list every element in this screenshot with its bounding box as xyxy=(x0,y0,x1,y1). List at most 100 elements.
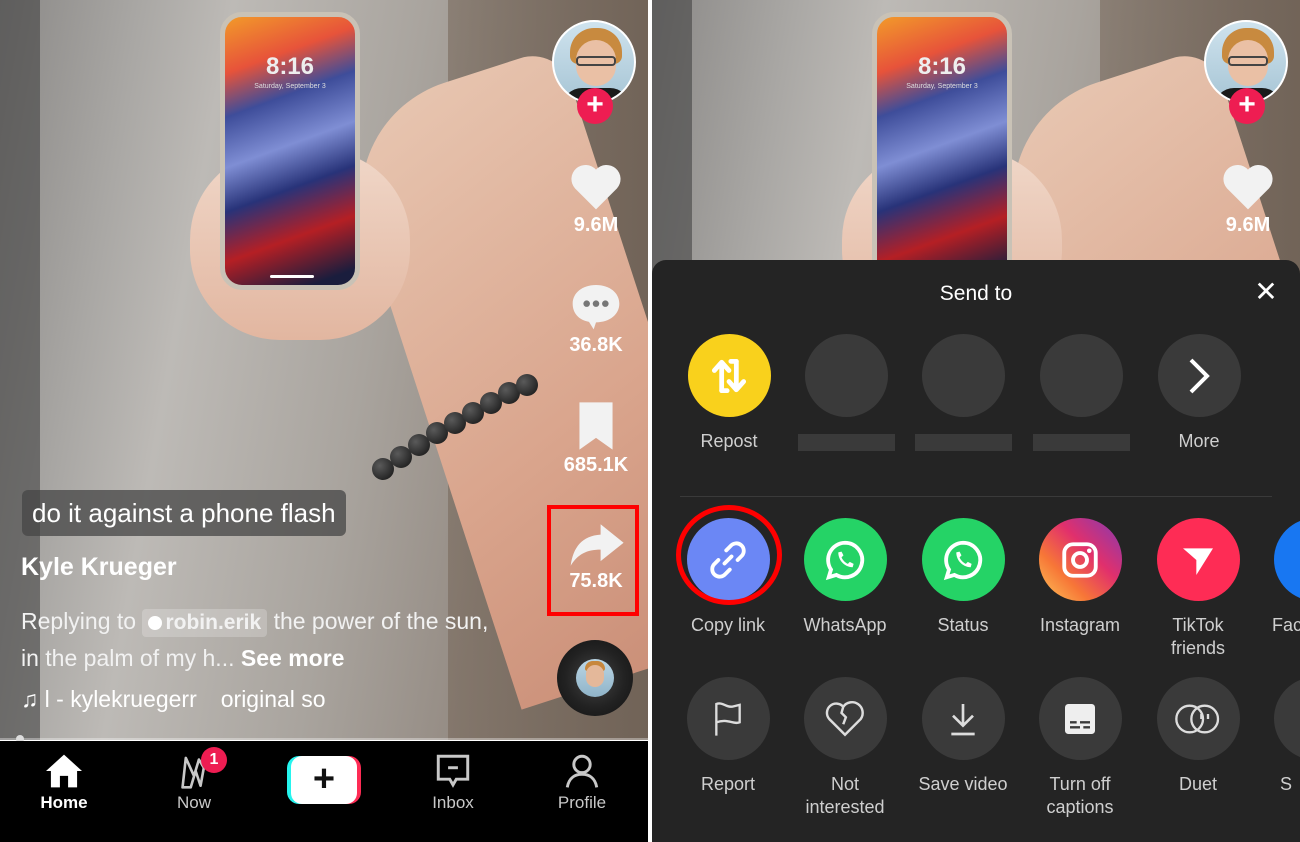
more-contacts-button[interactable]: More xyxy=(1144,334,1254,453)
nav-profile-label: Profile xyxy=(557,793,607,812)
nav-home[interactable]: Home xyxy=(19,753,109,813)
nav-profile[interactable]: Profile xyxy=(537,753,627,813)
like-button[interactable]: 9.6M xyxy=(1202,160,1294,237)
bookmark-count: 685.1K xyxy=(563,454,629,476)
follow-plus-button[interactable]: + xyxy=(577,88,613,124)
like-count: 9.6M xyxy=(573,214,619,236)
mention-username: robin.erik xyxy=(165,611,262,634)
instagram-button[interactable]: Instagram xyxy=(1025,518,1135,637)
save-video-button[interactable]: Save video xyxy=(908,677,1018,796)
flag-icon xyxy=(686,677,770,760)
bookmark-icon xyxy=(579,402,613,450)
repost-icon xyxy=(687,334,771,417)
phone-homebar xyxy=(270,275,314,278)
copy-link-label: Copy link xyxy=(690,615,766,635)
contact-name-placeholder xyxy=(914,434,1012,451)
stitch-button[interactable]: S xyxy=(1260,677,1300,796)
music-title: original so xyxy=(220,686,326,712)
whatsapp-button[interactable]: WhatsApp xyxy=(790,518,900,637)
status-label: Status xyxy=(937,615,989,635)
report-button[interactable]: Report xyxy=(673,677,783,796)
repost-button[interactable]: Repost xyxy=(674,334,784,453)
video-caption: do it against a phone flash xyxy=(22,490,346,536)
sheet-title: Send to xyxy=(939,282,1013,305)
duet-label: Duet xyxy=(1178,774,1218,794)
nav-now[interactable]: Now 1 xyxy=(149,747,239,813)
repost-label: Repost xyxy=(700,431,758,451)
heart-icon xyxy=(1223,164,1273,210)
see-more-link[interactable]: See more xyxy=(241,645,345,671)
share-sheet: Send to ✕ Repost More Copy link WhatsApp… xyxy=(652,260,1300,842)
turn-off-captions-button[interactable]: Turn off captions xyxy=(1025,677,1135,819)
contact-placeholder[interactable] xyxy=(908,334,1018,451)
contact-avatar-placeholder xyxy=(1039,334,1123,417)
video-phone: 8:16 Saturday, September 3 xyxy=(220,12,360,290)
action-rail: + 9.6M 36.8K 685.1K 75.8K xyxy=(550,0,642,740)
share-sheet-screen: 8:16 Saturday, September 3 + 9.6M Send t… xyxy=(652,0,1300,842)
inbox-icon xyxy=(436,754,470,788)
create-button[interactable]: + xyxy=(287,756,361,804)
reply-prefix: Replying to xyxy=(21,608,137,634)
tiktok-friends-label: TikTok friends xyxy=(1170,615,1226,658)
nav-now-label: Now xyxy=(176,793,211,812)
instagram-icon xyxy=(1038,518,1122,601)
more-label: More xyxy=(1178,431,1220,451)
facebook-label: Fac xyxy=(1272,615,1300,635)
whatsapp-status-icon xyxy=(921,518,1005,601)
duet-icon xyxy=(1156,677,1240,760)
sheet-divider xyxy=(680,496,1272,497)
music-note-icon: ♫ xyxy=(21,686,45,712)
nav-home-label: Home xyxy=(40,793,88,812)
duet-button[interactable]: Duet xyxy=(1143,677,1253,796)
contact-avatar-placeholder xyxy=(804,334,888,417)
whatsapp-icon xyxy=(803,518,887,601)
facebook-button[interactable]: Fac xyxy=(1260,518,1300,637)
contact-placeholder[interactable] xyxy=(1026,334,1136,451)
not-interested-button[interactable]: Not interested xyxy=(790,677,900,819)
phone-date: Saturday, September 3 xyxy=(254,83,326,90)
report-label: Report xyxy=(700,774,756,794)
whatsapp-status-button[interactable]: Status xyxy=(908,518,1018,637)
broken-heart-icon xyxy=(803,677,887,760)
not-interested-label: Not interested xyxy=(805,774,885,817)
nav-inbox[interactable]: Inbox xyxy=(408,753,498,813)
heart-icon xyxy=(571,164,621,210)
stitch-label: S xyxy=(1280,774,1293,794)
whatsapp-label: WhatsApp xyxy=(803,615,887,635)
instagram-label: Instagram xyxy=(1039,615,1121,635)
profile-icon xyxy=(565,754,599,788)
chevron-right-icon xyxy=(1157,334,1241,417)
share-highlight-box xyxy=(547,505,639,616)
facebook-icon xyxy=(1273,518,1300,601)
comment-icon xyxy=(572,285,620,330)
captions-icon xyxy=(1038,677,1122,760)
author-name[interactable]: Kyle Krueger xyxy=(21,553,177,582)
bottom-nav: Home Now 1 + Inbox Profile xyxy=(0,741,648,842)
close-icon[interactable]: ✕ xyxy=(1252,278,1280,306)
contact-avatar-placeholder xyxy=(921,334,1005,417)
video-description: Replying to robin.erik the power of the … xyxy=(21,603,491,677)
nav-inbox-label: Inbox xyxy=(432,793,474,812)
mention-tag[interactable]: robin.erik xyxy=(142,609,268,637)
contact-placeholder[interactable] xyxy=(791,334,901,451)
phone-date: Saturday, September 3 xyxy=(906,83,978,90)
comment-count: 36.8K xyxy=(569,334,623,356)
notification-badge: 1 xyxy=(201,747,227,773)
plus-icon: + xyxy=(291,756,357,804)
send-icon xyxy=(1156,518,1240,601)
contact-name-placeholder xyxy=(1032,434,1130,451)
comment-bubble-icon xyxy=(148,616,163,630)
follow-plus-button[interactable]: + xyxy=(1229,88,1265,124)
phone-time: 8:16 xyxy=(917,53,967,80)
tiktok-friends-button[interactable]: TikTok friends xyxy=(1143,518,1253,660)
home-icon xyxy=(46,754,82,788)
music-author: l - kylekruegerr xyxy=(44,686,197,712)
music-ticker[interactable]: ♫ l - kylekruegerr original so xyxy=(21,686,361,713)
comment-button[interactable]: 36.8K xyxy=(550,280,642,357)
like-button[interactable]: 9.6M xyxy=(550,160,642,237)
captions-label: Turn off captions xyxy=(1046,774,1114,817)
music-disc[interactable] xyxy=(557,640,633,716)
tiktok-feed-screen: 8:16 Saturday, September 3 do it against… xyxy=(0,0,648,842)
video-phone: 8:16 Saturday, September 3 xyxy=(872,12,1012,290)
bookmark-button[interactable]: 685.1K xyxy=(550,400,642,477)
